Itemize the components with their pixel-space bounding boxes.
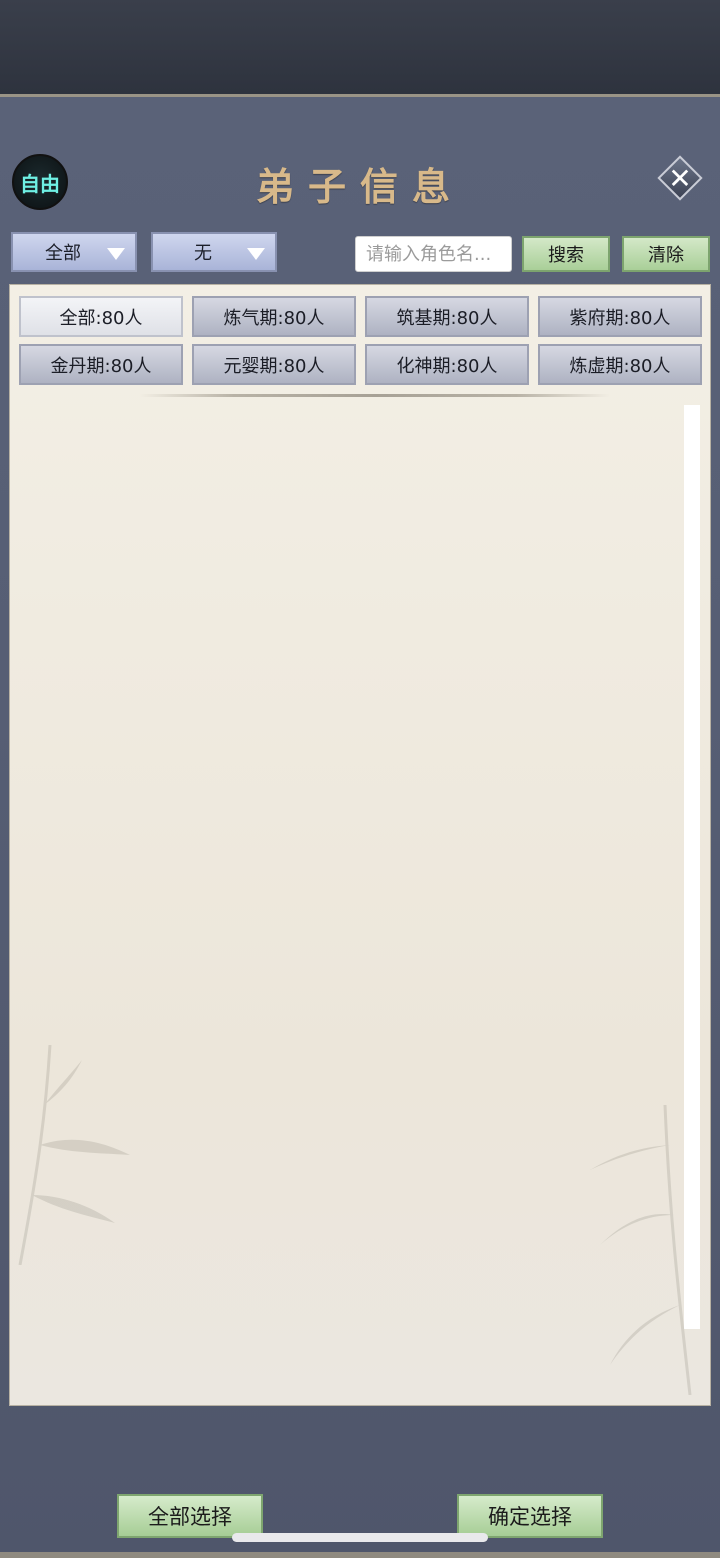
tab-lianxu[interactable]: 炼虚期:80人 [538, 344, 702, 385]
tab-huashen[interactable]: 化神期:80人 [365, 344, 529, 385]
tab-zifu[interactable]: 紫府期:80人 [538, 296, 702, 337]
tab-zhuji[interactable]: 筑基期:80人 [365, 296, 529, 337]
secondary-dropdown[interactable]: 无 [151, 232, 277, 272]
select-all-button[interactable]: 全部选择 [117, 1494, 263, 1538]
clear-button-label: 清除 [648, 245, 684, 266]
confirm-selection-button[interactable]: 确定选择 [457, 1494, 603, 1538]
search-button-label: 搜索 [548, 245, 584, 266]
select-all-label: 全部选择 [148, 1505, 232, 1529]
home-indicator[interactable] [232, 1533, 488, 1542]
bottom-border [0, 1552, 720, 1558]
page-title: 弟子信息 [255, 164, 464, 209]
tab-all[interactable]: 全部:80人 [19, 296, 183, 337]
search-input[interactable] [355, 236, 512, 272]
tab-jindan[interactable]: 金丹期:80人 [19, 344, 183, 385]
tab-label: 筑基期:80人 [396, 307, 498, 329]
tab-label: 炼虚期:80人 [569, 355, 671, 377]
search-button[interactable]: 搜索 [522, 236, 610, 272]
category-dropdown[interactable]: 全部 [11, 232, 137, 272]
tab-label: 紫府期:80人 [569, 307, 671, 329]
tab-label: 化神期:80人 [396, 355, 498, 377]
clear-button[interactable]: 清除 [622, 236, 710, 272]
realm-tabs: 全部:80人 炼气期:80人 筑基期:80人 紫府期:80人 金丹期:80人 元… [19, 296, 703, 385]
bamboo-decoration-right [590, 1105, 692, 1395]
close-icon: ✕ [668, 161, 692, 195]
confirm-selection-label: 确定选择 [488, 1505, 572, 1529]
tab-label: 元婴期:80人 [223, 355, 325, 377]
top-status-area [0, 0, 720, 94]
close-button[interactable]: ✕ [656, 154, 704, 202]
divider [140, 394, 610, 397]
disciple-list-area: 全部:80人 炼气期:80人 筑基期:80人 紫府期:80人 金丹期:80人 元… [9, 284, 711, 1406]
bamboo-decoration-left [18, 1045, 130, 1265]
tab-label: 金丹期:80人 [50, 355, 152, 377]
chevron-down-icon [247, 248, 265, 260]
tab-lianqi[interactable]: 炼气期:80人 [192, 296, 356, 337]
tab-yuanying[interactable]: 元婴期:80人 [192, 344, 356, 385]
chevron-down-icon [107, 248, 125, 260]
tab-label: 全部:80人 [59, 307, 143, 329]
tab-label: 炼气期:80人 [223, 307, 325, 329]
